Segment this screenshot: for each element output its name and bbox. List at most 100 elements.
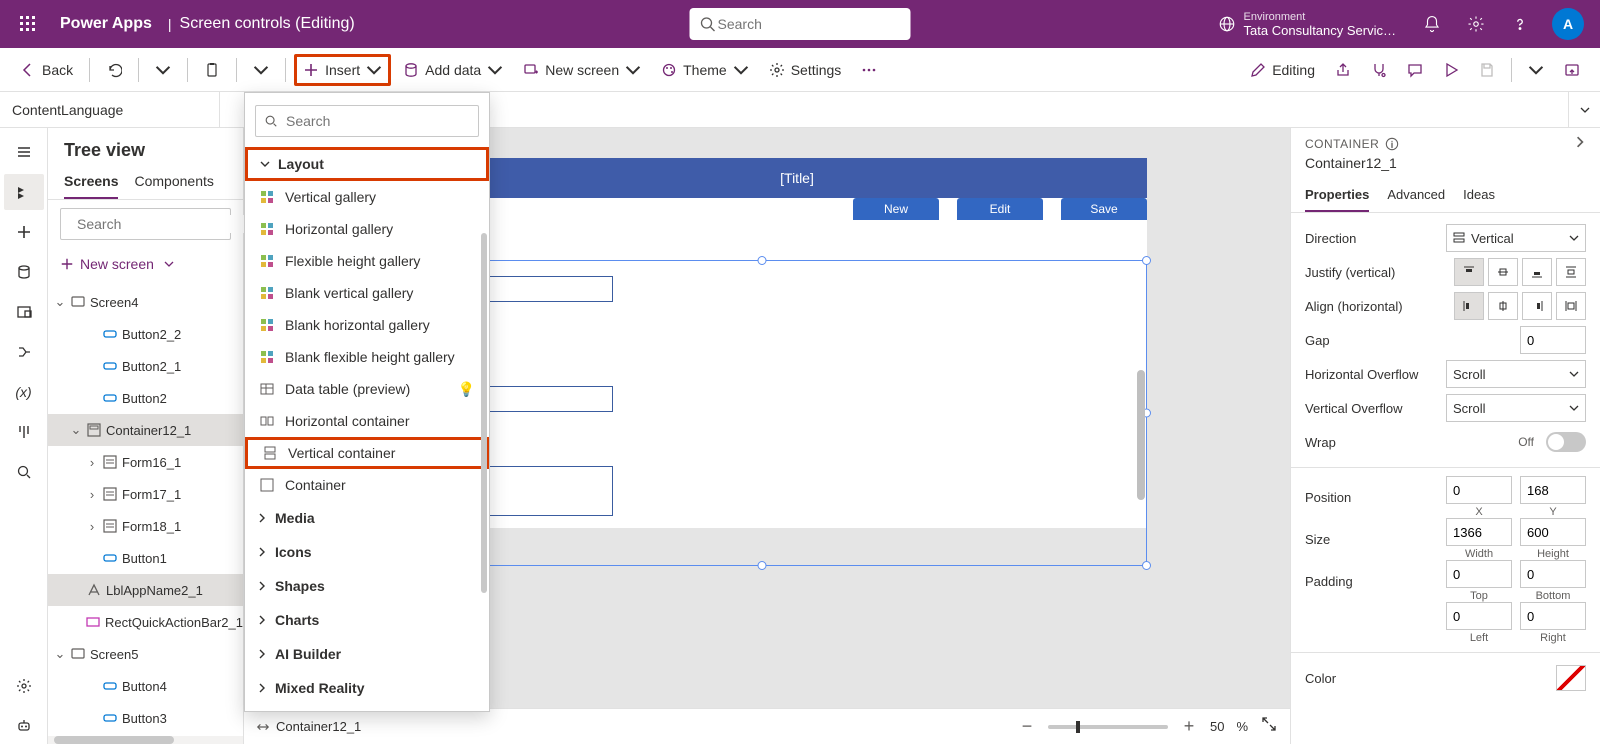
- tree-node-Button2[interactable]: Button2: [48, 382, 243, 414]
- prop-pad-left-input[interactable]: [1446, 602, 1512, 630]
- theme-button[interactable]: Theme: [653, 54, 757, 86]
- flyout-search-input[interactable]: [284, 112, 470, 130]
- resize-handle-bottom-right[interactable]: [1142, 561, 1151, 570]
- justify-start[interactable]: [1454, 258, 1484, 286]
- prop-wrap-toggle[interactable]: [1546, 432, 1586, 452]
- flyout-scrollbar[interactable]: [481, 233, 487, 593]
- flyout-group-ai-builder[interactable]: AI Builder: [245, 637, 489, 671]
- align-stretch[interactable]: [1556, 292, 1586, 320]
- prop-color-picker[interactable]: [1556, 665, 1586, 691]
- share-button[interactable]: [1327, 54, 1359, 86]
- flyout-search[interactable]: [255, 105, 479, 137]
- rail-search[interactable]: [4, 454, 44, 490]
- add-data-button[interactable]: Add data: [395, 54, 511, 86]
- tree-node-Button2_1[interactable]: Button2_1: [48, 350, 243, 382]
- flyout-item-vertical-gallery[interactable]: Vertical gallery: [245, 181, 489, 213]
- tree-node-Form16_1[interactable]: ›Form16_1: [48, 446, 243, 478]
- flyout-group-layout[interactable]: Layout: [245, 147, 489, 181]
- tree-search-input[interactable]: [75, 215, 260, 233]
- property-dropdown[interactable]: ContentLanguage: [0, 92, 220, 128]
- prop-hoverflow-select[interactable]: Scroll: [1446, 360, 1586, 388]
- canvas-inner-scrollbar[interactable]: [1137, 370, 1145, 500]
- flyout-group-charts[interactable]: Charts: [245, 603, 489, 637]
- props-collapse-chevron[interactable]: [1574, 136, 1586, 151]
- resize-handle-bottom[interactable]: [758, 561, 767, 570]
- paste-split-chevron[interactable]: [245, 54, 277, 86]
- app-header-bar[interactable]: [Title] New Edit Save: [447, 158, 1147, 198]
- tree-node-Form18_1[interactable]: ›Form18_1: [48, 510, 243, 542]
- tree-node-Form17_1[interactable]: ›Form17_1: [48, 478, 243, 510]
- prop-width-input[interactable]: [1446, 518, 1512, 546]
- rail-tree-view[interactable]: [4, 174, 44, 210]
- flyout-item-vertical-container[interactable]: Vertical container: [245, 437, 489, 469]
- rail-variables[interactable]: (x): [4, 374, 44, 410]
- new-screen-button[interactable]: New screen: [515, 54, 649, 86]
- tree-node-Button4[interactable]: Button4: [48, 670, 243, 702]
- flyout-item-flexible-height-gallery[interactable]: Flexible height gallery: [245, 245, 489, 277]
- preview-button[interactable]: [1435, 54, 1467, 86]
- tree-new-screen[interactable]: New screen: [60, 248, 231, 280]
- editing-mode-button[interactable]: Editing: [1242, 54, 1323, 86]
- zoom-in-button[interactable]: +: [1180, 716, 1198, 737]
- rail-media[interactable]: [4, 294, 44, 330]
- flyout-group-shapes[interactable]: Shapes: [245, 569, 489, 603]
- prop-voverflow-select[interactable]: Scroll: [1446, 394, 1586, 422]
- canvas-device[interactable]: [Title] New Edit Save: [447, 158, 1147, 528]
- tree-node-Screen4[interactable]: ⌄Screen4: [48, 286, 243, 318]
- rail-insert[interactable]: [4, 214, 44, 250]
- flyout-item-horizontal-gallery[interactable]: Horizontal gallery: [245, 213, 489, 245]
- prop-pos-x-input[interactable]: [1446, 476, 1512, 504]
- checker-button[interactable]: [1363, 54, 1395, 86]
- comments-button[interactable]: [1399, 54, 1431, 86]
- waffle-icon[interactable]: [4, 0, 52, 48]
- help-icon[interactable]: [1500, 0, 1540, 48]
- app-title[interactable]: Power Apps: [52, 15, 160, 33]
- props-control-name[interactable]: Container12_1: [1305, 151, 1586, 179]
- environment-picker[interactable]: Environment Tata Consultancy Servic…: [1206, 10, 1408, 38]
- tree-node-Screen5[interactable]: ⌄Screen5: [48, 638, 243, 670]
- zoom-slider[interactable]: [1048, 725, 1168, 729]
- prop-direction-select[interactable]: Vertical: [1446, 224, 1586, 252]
- insert-button[interactable]: Insert: [294, 54, 391, 86]
- align-center[interactable]: [1488, 292, 1518, 320]
- publish-button[interactable]: [1556, 54, 1588, 86]
- tree-horizontal-scrollbar[interactable]: [48, 736, 243, 744]
- rail-data[interactable]: [4, 254, 44, 290]
- prop-gap-input[interactable]: [1520, 326, 1586, 354]
- props-tab-advanced[interactable]: Advanced: [1387, 179, 1445, 212]
- rail-tools[interactable]: [4, 414, 44, 450]
- paste-button[interactable]: [196, 54, 228, 86]
- settings-button[interactable]: Settings: [761, 54, 850, 86]
- flyout-item-data-table-preview-[interactable]: Data table (preview)💡: [245, 373, 489, 405]
- formula-expand[interactable]: [1568, 92, 1600, 128]
- tab-components[interactable]: Components: [134, 165, 213, 199]
- flyout-item-blank-horizontal-gallery[interactable]: Blank horizontal gallery: [245, 309, 489, 341]
- tree-search[interactable]: [60, 208, 231, 240]
- notifications-icon[interactable]: [1412, 0, 1452, 48]
- flyout-group-media[interactable]: Media: [245, 501, 489, 535]
- settings-gear-icon[interactable]: [1456, 0, 1496, 48]
- tree-node-Button2_2[interactable]: Button2_2: [48, 318, 243, 350]
- global-search-input[interactable]: [716, 15, 901, 33]
- info-icon[interactable]: [1385, 137, 1399, 151]
- justify-space-between[interactable]: [1556, 258, 1586, 286]
- flyout-group-mixed-reality[interactable]: Mixed Reality: [245, 671, 489, 705]
- justify-end[interactable]: [1522, 258, 1552, 286]
- global-search[interactable]: [690, 8, 911, 40]
- save-button[interactable]: [1471, 54, 1503, 86]
- tree-node-Button1[interactable]: Button1: [48, 542, 243, 574]
- save-split-chevron[interactable]: [1520, 54, 1552, 86]
- tree-node-RectQuickActionBar2_1[interactable]: RectQuickActionBar2_1: [48, 606, 243, 638]
- prop-pad-bottom-input[interactable]: [1520, 560, 1586, 588]
- fit-to-screen-button[interactable]: [1260, 716, 1278, 737]
- undo-button[interactable]: [98, 54, 130, 86]
- rail-settings[interactable]: [4, 668, 44, 704]
- zoom-out-button[interactable]: −: [1018, 716, 1036, 737]
- rail-hamburger[interactable]: [4, 134, 44, 170]
- rail-flows[interactable]: [4, 334, 44, 370]
- flyout-item-container[interactable]: Container: [245, 469, 489, 501]
- justify-center[interactable]: [1488, 258, 1518, 286]
- align-end[interactable]: [1522, 292, 1552, 320]
- props-tab-ideas[interactable]: Ideas: [1463, 179, 1495, 212]
- flyout-item-blank-vertical-gallery[interactable]: Blank vertical gallery: [245, 277, 489, 309]
